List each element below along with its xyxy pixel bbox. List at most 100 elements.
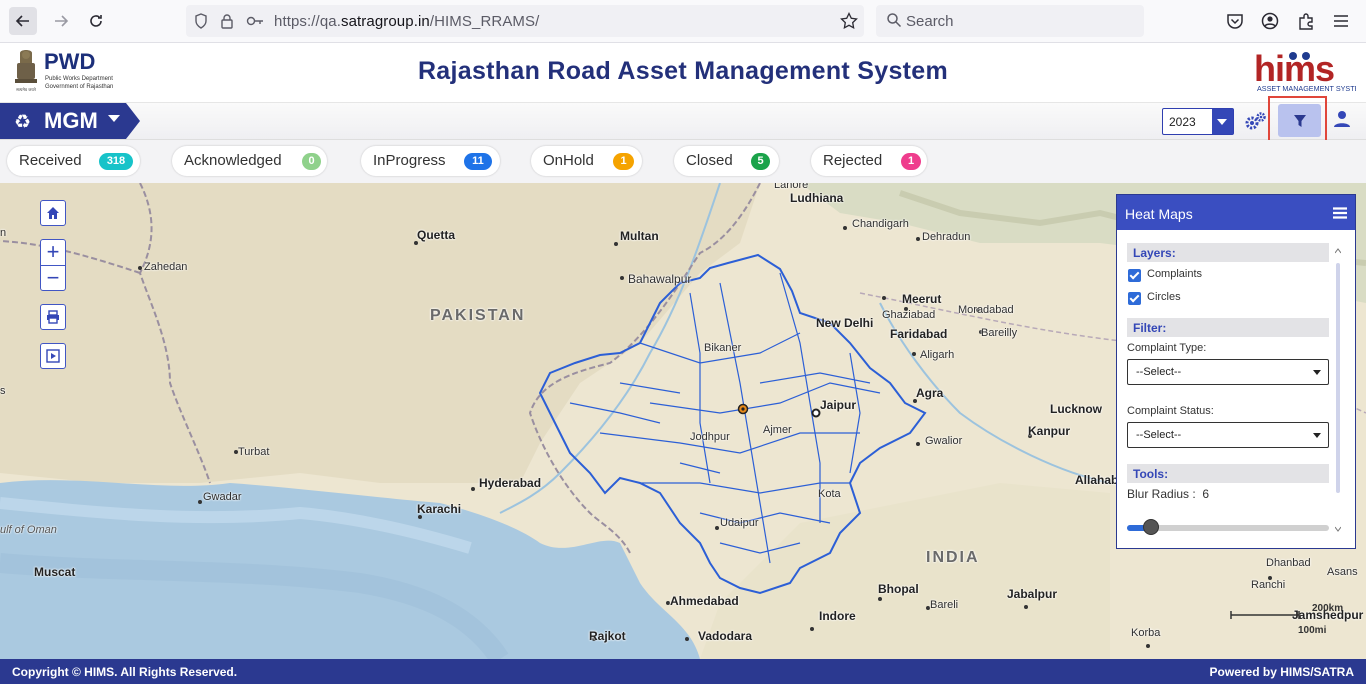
reload-icon <box>90 15 102 27</box>
back-button[interactable] <box>9 7 37 35</box>
place-label: Gwadar <box>203 491 242 503</box>
arrow-left-icon <box>15 15 29 27</box>
module-selector[interactable]: ♻ MGM <box>0 103 140 139</box>
place-label: Agra <box>916 386 944 400</box>
place-label: Allahab <box>1075 473 1119 487</box>
status-closed[interactable]: Closed 5 <box>674 146 779 176</box>
place-label: Aligarh <box>920 349 955 361</box>
bookmark-star-icon[interactable] <box>840 12 858 30</box>
place-label: Dhanbad <box>1266 557 1311 569</box>
play-button[interactable] <box>40 343 66 369</box>
year-value: 2023 <box>1169 115 1196 129</box>
place-label: Kota <box>818 488 841 500</box>
powered-by-text: Powered by HIMS/SATRA <box>1209 665 1354 679</box>
search-placeholder: Search <box>906 13 954 30</box>
place-label: Vadodara <box>698 629 753 643</box>
printer-icon <box>47 310 59 324</box>
zoom-in-button[interactable]: + <box>41 240 65 266</box>
status-rejected[interactable]: Rejected 1 <box>811 146 927 176</box>
url-text: https://qa.satragroup.in/HIMS_RRAMS/ <box>274 13 540 30</box>
caret-down-icon <box>108 115 120 122</box>
place-label: Karachi <box>417 502 462 516</box>
reload-button[interactable] <box>82 7 110 35</box>
place-label: Bikaner <box>704 342 742 354</box>
count-badge: 1 <box>613 153 634 170</box>
place-label: Turbat <box>238 446 270 458</box>
account-icon[interactable] <box>1260 11 1280 31</box>
user-menu-button[interactable] <box>1334 110 1354 132</box>
place-label: Bareli <box>930 599 959 611</box>
complaint-type-select[interactable]: --Select-- <box>1127 359 1329 385</box>
country-label: INDIA <box>926 549 980 566</box>
count-badge: 0 <box>302 153 321 170</box>
count-badge: 318 <box>99 153 133 170</box>
place-label: Korba <box>1131 627 1161 639</box>
complaints-layer-label: Complaints <box>1147 268 1203 280</box>
recycle-icon: ♻ <box>14 112 32 133</box>
filter-section-header: Filter: <box>1127 318 1329 337</box>
browser-search-input[interactable]: Search <box>876 5 1144 37</box>
browser-toolbar: https://qa.satragroup.in/HIMS_RRAMS/ Sea… <box>0 0 1366 43</box>
filter-highlight-box <box>1268 96 1327 146</box>
place-label: Bahawalpur <box>628 272 692 286</box>
place-label: New Delhi <box>816 316 874 330</box>
print-button[interactable] <box>40 304 66 330</box>
zoom-out-button[interactable]: − <box>41 266 65 291</box>
address-bar[interactable]: https://qa.satragroup.in/HIMS_RRAMS/ <box>186 5 864 37</box>
pocket-icon[interactable] <box>1225 11 1245 31</box>
place-label: n <box>0 227 7 239</box>
place-label: Ludhiana <box>790 191 844 205</box>
heat-maps-panel: Heat Maps Layers: Complaints Circles Fil… <box>1116 194 1356 549</box>
menu-icon[interactable] <box>1331 11 1351 31</box>
place-label: Rajkot <box>589 629 626 643</box>
heat-maps-title: Heat Maps <box>1125 206 1193 222</box>
map-scale-bar: 200km 100mi <box>1230 603 1343 636</box>
scale-mi: 100mi <box>1298 625 1327 636</box>
year-select[interactable]: 2023 <box>1162 108 1234 135</box>
status-onhold[interactable]: OnHold 1 <box>531 146 642 176</box>
place-label: Hyderabad <box>479 476 542 490</box>
slider-handle[interactable] <box>1143 519 1160 535</box>
status-acknowledged[interactable]: Acknowledged 0 <box>172 146 327 176</box>
place-label: Meerut <box>902 292 942 306</box>
status-inprogress[interactable]: InProgress 11 <box>361 146 500 176</box>
forward-button[interactable] <box>47 7 75 35</box>
place-label: Kanpur <box>1028 424 1070 438</box>
extensions-icon[interactable] <box>1296 11 1316 31</box>
module-label: MGM <box>44 108 98 133</box>
complaints-layer-checkbox[interactable] <box>1128 269 1141 282</box>
arrow-right-icon <box>55 15 69 27</box>
scale-km: 200km <box>1312 603 1344 614</box>
status-received[interactable]: Received 318 <box>7 146 140 176</box>
heat-maps-header: Heat Maps <box>1117 195 1355 230</box>
place-label: Udaipur <box>720 517 759 529</box>
panel-scrollbar[interactable] <box>1335 245 1341 535</box>
app-header: सत्यमेव जयते PWD Public Works Department… <box>0 43 1366 103</box>
blur-radius-value: 6 <box>1202 487 1210 501</box>
status-summary-bar: Received 318 Acknowledged 0 InProgress 1… <box>0 140 1366 183</box>
home-extent-button[interactable] <box>40 200 66 226</box>
place-label: Indore <box>819 609 856 623</box>
svg-text:ASSET MANAGEMENT SYSTEM: ASSET MANAGEMENT SYSTEM <box>1257 84 1356 93</box>
complaint-status-label: Complaint Status: <box>1127 405 1214 417</box>
complaint-type-label: Complaint Type: <box>1127 342 1207 354</box>
complaint-status-select[interactable]: --Select-- <box>1127 422 1329 448</box>
home-icon <box>47 207 59 219</box>
play-square-icon <box>46 349 60 363</box>
place-label: Jaipur <box>820 398 857 412</box>
place-label: s <box>0 385 6 397</box>
blur-radius-slider[interactable] <box>1127 519 1329 535</box>
circles-layer-checkbox[interactable] <box>1128 292 1141 305</box>
place-label: Jabalpur <box>1007 587 1058 601</box>
place-label: Ajmer <box>763 424 792 436</box>
circles-layer-label: Circles <box>1147 291 1181 303</box>
place-label: Lucknow <box>1050 402 1103 416</box>
chevron-down-icon <box>1212 109 1233 134</box>
place-label: Quetta <box>417 228 456 242</box>
hamburger-menu-icon[interactable] <box>1333 207 1347 219</box>
sea-label: ulf of Oman <box>0 524 57 536</box>
place-label: Jodhpur <box>690 431 730 443</box>
settings-gears-button[interactable] <box>1244 110 1268 132</box>
place-label: Chandigarh <box>852 218 909 230</box>
place-label: Ahmedabad <box>670 594 739 608</box>
